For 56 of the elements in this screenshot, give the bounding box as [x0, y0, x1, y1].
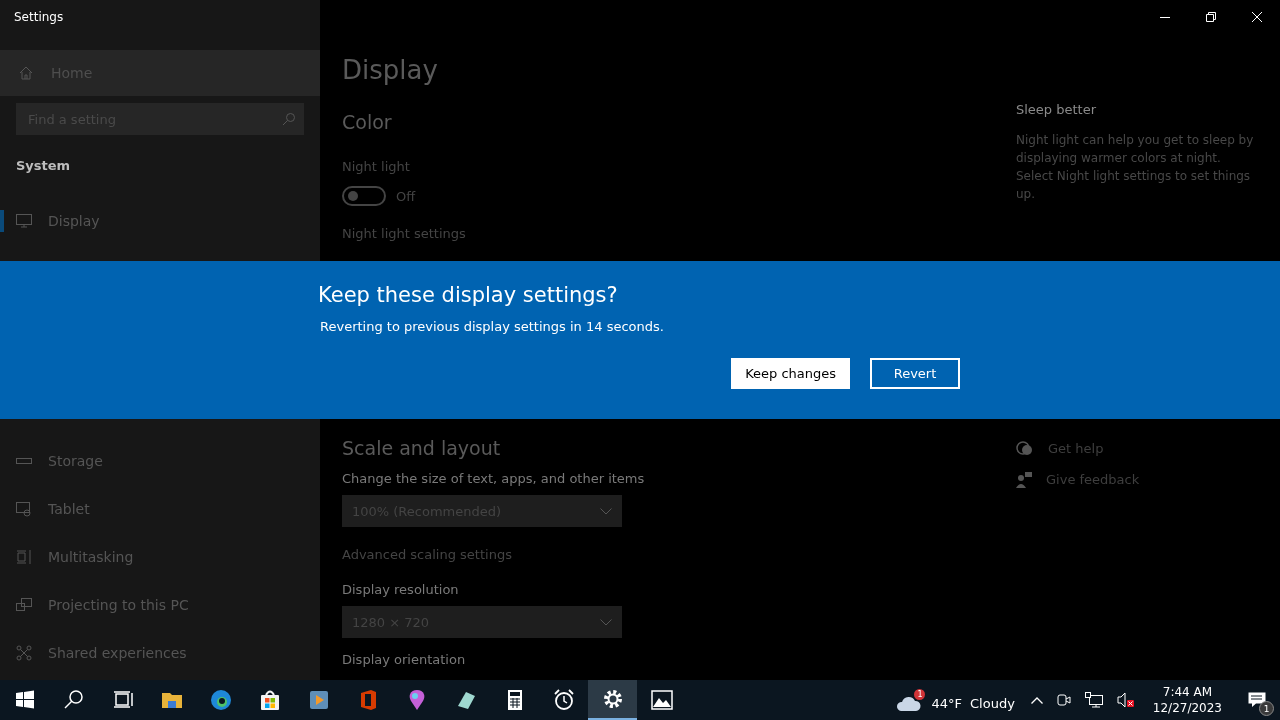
toggle-switch[interactable]: [342, 186, 386, 206]
chevron-icon: [600, 507, 612, 515]
sidebar-item[interactable]: Display: [0, 197, 320, 245]
section-heading: Scale and layout: [342, 437, 502, 459]
help-link[interactable]: Give feedback: [1016, 464, 1264, 495]
monitor-icon: [16, 214, 32, 228]
section-heading: System: [16, 158, 72, 173]
chevron-icon: [600, 618, 612, 626]
chevron-up-icon[interactable]: [1030, 696, 1043, 704]
tablet-icon: [16, 501, 32, 517]
section-heading: Color: [342, 111, 393, 133]
muted-speaker-icon[interactable]: [1116, 692, 1135, 708]
notification-count: 1: [1259, 701, 1274, 716]
dialog-message: Reverting to previous display settings in 14 seconds.: [319, 319, 665, 334]
projecting-icon: [16, 597, 32, 613]
camera-icon[interactable]: [1056, 692, 1071, 708]
shared-experiences-icon: [16, 645, 32, 661]
search-icon: [282, 112, 296, 126]
setting-label: Display orientation: [342, 652, 467, 667]
window-title: Settings: [14, 10, 64, 24]
photos-icon: [649, 688, 674, 712]
weather-condition: Cloudy: [970, 695, 1015, 711]
weather-widget[interactable]: 1 44°F Cloudy: [895, 685, 1017, 715]
sidebar-item[interactable]: Shared experiences: [0, 629, 320, 677]
network-icon[interactable]: [1084, 692, 1103, 708]
notifications-icon[interactable]: [1248, 692, 1266, 708]
temperature: 44°F: [931, 695, 962, 711]
browser-icon: [208, 688, 233, 712]
setting-label: Night light: [342, 159, 411, 174]
help-link[interactable]: Get help: [1016, 433, 1264, 464]
revert-button[interactable]: Revert: [870, 358, 960, 389]
feedback-icon: [1016, 471, 1032, 488]
page-title: Display: [342, 55, 439, 85]
toggle-state: Off: [396, 188, 416, 204]
minimize-icon[interactable]: [1160, 16, 1170, 18]
keep-button[interactable]: Keep changes: [731, 358, 850, 389]
taskbar-app[interactable]: [588, 680, 637, 720]
clock[interactable]: 7:44 AM 12/27/2023: [1152, 684, 1222, 716]
setting-label: Display resolution: [342, 582, 460, 597]
home-icon: [18, 65, 34, 81]
sidebar-item[interactable]: Multitasking: [0, 533, 320, 581]
sidebar-item[interactable]: Projecting to this PC: [0, 581, 320, 629]
setting-label: Change the size of text, apps, and other items: [342, 471, 646, 486]
settings-link[interactable]: Night light settings: [342, 226, 1000, 241]
close-icon[interactable]: [1252, 12, 1262, 22]
aside-title: Sleep better: [1016, 102, 1098, 117]
sidebar-item[interactable]: Storage: [0, 437, 320, 485]
sidebar-item[interactable]: Tablet: [0, 485, 320, 533]
date: 12/27/2023: [1152, 700, 1222, 716]
dialog-title: Keep these display settings?: [318, 283, 619, 307]
alert-badge: 1: [914, 689, 926, 700]
settings-link[interactable]: Advanced scaling settings: [342, 547, 1000, 562]
multitasking-icon: [16, 549, 32, 565]
restore-icon[interactable]: [1206, 12, 1216, 22]
aside-text: Night light can help you get to sleep by displaying warmer colors at night. Select Night light settings to set things up.: [1016, 132, 1255, 203]
time: 7:44 AM: [1162, 684, 1213, 700]
